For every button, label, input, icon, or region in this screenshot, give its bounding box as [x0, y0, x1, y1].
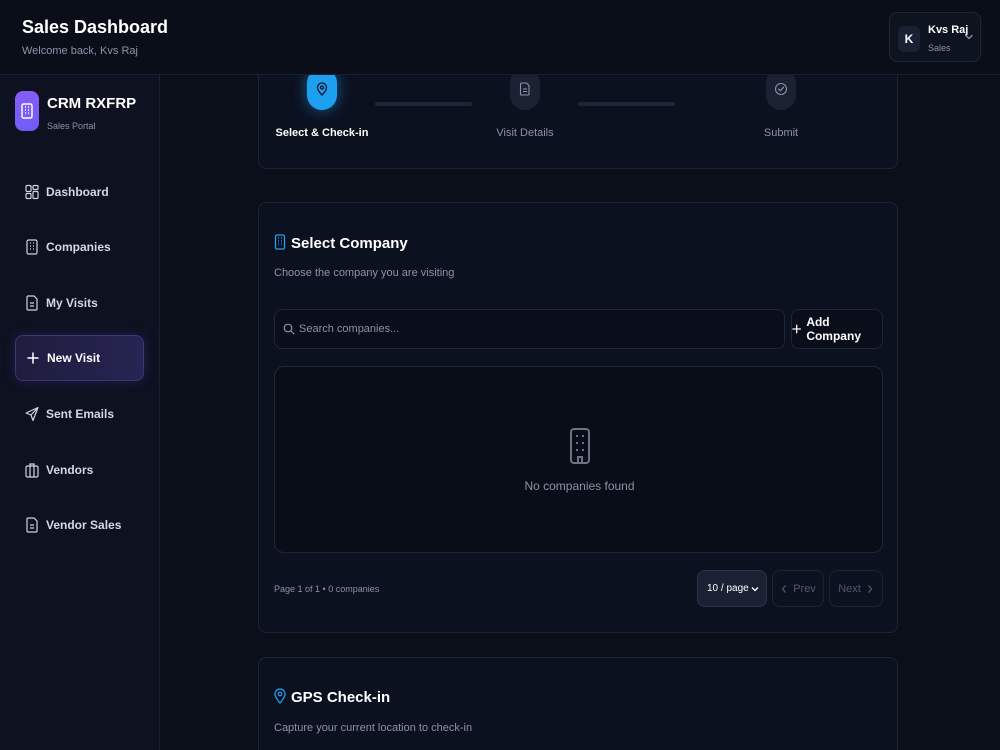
check-circle-icon — [774, 82, 788, 96]
send-icon — [25, 406, 39, 422]
caret-down-icon — [751, 587, 759, 592]
section-title: GPS Check-in — [291, 689, 391, 706]
sidebar-item-new-visit[interactable]: New Visit — [15, 335, 144, 381]
sidebar-item-vendor-sales[interactable]: Vendor Sales — [15, 502, 144, 548]
step-label: Visit Details — [496, 127, 554, 139]
per-page-value: 10 / page — [707, 583, 749, 594]
gps-checkin-card: GPS Check-in Capture your current locati… — [258, 657, 898, 750]
briefcase-icon — [25, 462, 39, 478]
empty-text: No companies found — [524, 479, 635, 493]
page-title: Sales Dashboard — [22, 17, 169, 37]
sidebar-item-label: Companies — [46, 240, 111, 254]
prev-label: Prev — [793, 582, 816, 595]
next-page-button[interactable]: Next — [829, 570, 883, 607]
visit-stepper: Select & Check-in Visit Details Submit — [258, 60, 898, 169]
next-label: Next — [838, 582, 861, 595]
avatar: K — [898, 26, 920, 52]
sidebar-item-dashboard[interactable]: Dashboard — [15, 169, 144, 215]
select-company-card: Select Company Choose the company you ar… — [258, 202, 898, 633]
sidebar-item-sent-emails[interactable]: Sent Emails — [15, 391, 144, 437]
dashboard-grid-icon — [25, 184, 39, 200]
add-company-button[interactable]: Add Company — [791, 309, 883, 349]
building-icon — [274, 234, 286, 250]
plus-icon — [792, 324, 802, 334]
pagination-info: Page 1 of 1 • 0 companies — [274, 584, 380, 594]
per-page-select[interactable]: 10 / page — [697, 570, 767, 607]
sidebar-item-label: Vendors — [46, 463, 94, 477]
user-role: Sales — [928, 43, 951, 53]
section-subtitle: Capture your current location to check-i… — [274, 722, 473, 734]
step-label: Submit — [763, 127, 799, 139]
chevron-left-icon — [781, 584, 787, 593]
step-connector — [375, 102, 472, 106]
sidebar: CRM RXFRP Sales Portal Dashboard Compani… — [0, 75, 160, 750]
company-search — [274, 309, 785, 349]
top-header: Sales Dashboard Welcome back, Kvs Raj K … — [0, 0, 1000, 75]
document-icon — [519, 82, 530, 96]
map-pin-icon — [274, 688, 286, 704]
brand-name: CRM RXFRP — [47, 95, 137, 112]
document-icon — [25, 295, 39, 311]
empty-state: No companies found — [274, 366, 883, 553]
plus-icon — [26, 350, 40, 366]
step-connector — [578, 102, 675, 106]
brand-subtitle: Sales Portal — [47, 121, 96, 131]
add-company-label: Add Company — [806, 315, 861, 343]
document-icon — [25, 517, 39, 533]
welcome-text: Welcome back, Kvs Raj — [22, 45, 138, 57]
sidebar-item-label: New Visit — [47, 351, 101, 365]
sidebar-item-label: Dashboard — [46, 185, 109, 199]
brand-logo — [15, 91, 39, 131]
sidebar-item-companies[interactable]: Companies — [15, 224, 144, 270]
search-icon — [283, 323, 295, 335]
user-menu-button[interactable]: K Kvs Raj Sales — [889, 12, 981, 62]
sidebar-item-label: Sent Emails — [46, 407, 115, 421]
sidebar-item-my-visits[interactable]: My Visits — [15, 280, 144, 326]
section-subtitle: Choose the company you are visiting — [274, 267, 455, 279]
search-input[interactable] — [299, 310, 779, 348]
sidebar-item-label: Vendor Sales — [46, 518, 122, 532]
section-title: Select Company — [291, 235, 408, 252]
prev-page-button[interactable]: Prev — [772, 570, 824, 607]
building-icon — [21, 103, 33, 119]
building-icon — [25, 239, 39, 255]
map-pin-icon — [316, 82, 328, 96]
chevron-down-icon — [965, 34, 973, 40]
step-label: Select & Check-in — [275, 127, 369, 139]
building-icon — [570, 428, 590, 464]
chevron-right-icon — [867, 584, 873, 593]
sidebar-item-label: My Visits — [46, 296, 98, 310]
sidebar-item-vendors[interactable]: Vendors — [15, 447, 144, 493]
